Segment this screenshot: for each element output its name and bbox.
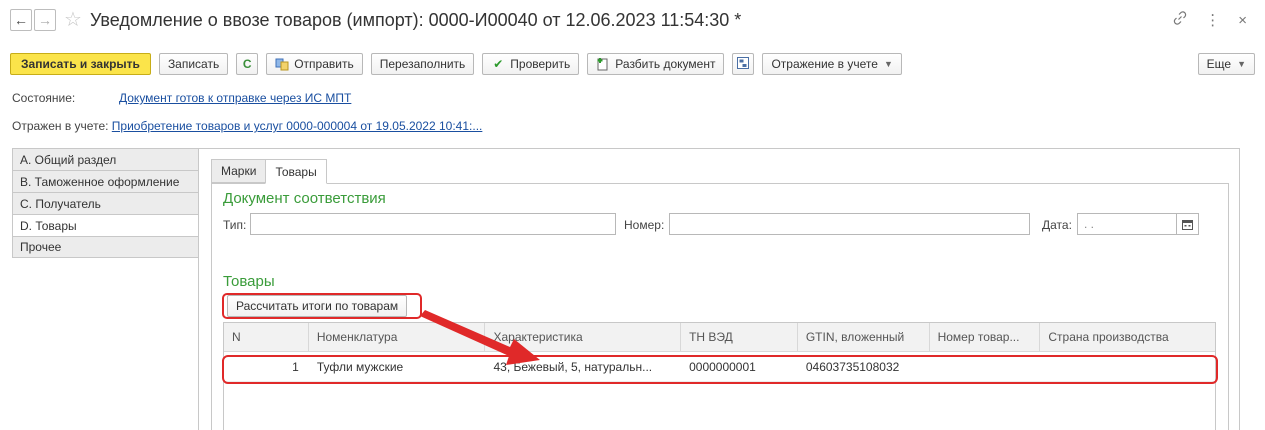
more-dropdown[interactable]: Еще ▼ — [1197, 53, 1255, 75]
chevron-down-icon: ▼ — [883, 59, 893, 69]
chevron-down-icon: ▼ — [1237, 59, 1246, 69]
split-document-label: Разбить документ — [615, 57, 716, 71]
toolbar: Записать и закрыть Записать C Отправить … — [10, 52, 1255, 76]
arrow-left-icon: ← — [14, 12, 28, 28]
more-menu-icon[interactable]: ⋮ — [1205, 11, 1220, 29]
number-label: Номер: — [624, 218, 665, 232]
sidenav-item-customs[interactable]: B. Таможенное оформление — [12, 170, 199, 192]
send-button[interactable]: Отправить — [266, 53, 363, 75]
state-label: Состояние: — [12, 91, 76, 105]
reflection-label: Отражение в учете — [771, 57, 878, 71]
state-link[interactable]: Документ готов к отправке через ИС МПТ — [119, 91, 351, 105]
type-field[interactable] — [250, 213, 616, 235]
accounting-label: Отражен в учете: — [12, 119, 109, 133]
reflection-dropdown[interactable]: Отражение в учете ▼ — [762, 53, 902, 75]
calendar-icon — [1182, 219, 1193, 230]
title-bar: ← → ☆ Уведомление о ввозе товаров (импор… — [10, 6, 1255, 34]
table-header: N Номенклатура Характеристика ТН ВЭД GTI… — [224, 323, 1215, 352]
calendar-button[interactable] — [1177, 213, 1199, 235]
accounting-link[interactable]: Приобретение товаров и услуг 0000-000004… — [112, 119, 483, 133]
window-title: Уведомление о ввозе товаров (импорт): 00… — [89, 9, 742, 30]
more-label: Еще — [1206, 57, 1232, 71]
accounting-line: Отражен в учете: Приобретение товаров и … — [12, 119, 482, 133]
sidenav-item-general[interactable]: A. Общий раздел — [12, 148, 199, 170]
favorite-star-icon[interactable]: ☆ — [64, 10, 82, 30]
structure-icon — [736, 56, 750, 73]
back-button[interactable]: ← — [10, 9, 32, 31]
column-header-tn-ved[interactable]: ТН ВЭД — [681, 323, 798, 351]
date-label: Дата: — [1042, 218, 1072, 232]
structure-button[interactable] — [732, 53, 755, 75]
calc-button-highlight — [222, 293, 422, 319]
split-document-button[interactable]: Разбить документ — [587, 53, 725, 75]
save-and-close-button[interactable]: Записать и закрыть — [10, 53, 151, 75]
sidenav-item-recipient[interactable]: C. Получатель — [12, 192, 199, 214]
checkmark-icon: ✔ — [493, 57, 504, 71]
link-icon[interactable] — [1173, 11, 1187, 29]
state-line: Состояние: Документ готов к отправке чере… — [12, 91, 351, 105]
arrow-right-icon: → — [38, 12, 52, 28]
tab-goods[interactable]: Товары — [265, 159, 327, 184]
column-header-country[interactable]: Страна производства — [1040, 323, 1215, 351]
send-icon — [275, 57, 289, 71]
check-label: Проверить — [510, 57, 571, 71]
refresh-icon: C — [242, 57, 252, 71]
section-nav: A. Общий раздел B. Таможенное оформление… — [12, 148, 199, 258]
sidenav-item-other[interactable]: Прочее — [12, 236, 199, 258]
date-field[interactable]: . . — [1077, 213, 1177, 235]
split-document-icon — [596, 57, 610, 71]
tab-strip: Марки Товары — [211, 159, 327, 184]
column-header-nomenclature[interactable]: Номенклатура — [309, 323, 486, 351]
column-header-gtin[interactable]: GTIN, вложенный — [798, 323, 930, 351]
type-label: Тип: — [223, 218, 247, 232]
save-button[interactable]: Записать — [158, 53, 229, 75]
send-label: Отправить — [294, 57, 354, 71]
forward-button[interactable]: → — [34, 9, 56, 31]
column-header-characteristic[interactable]: Характеристика — [485, 323, 682, 351]
check-button[interactable]: ✔ Проверить — [482, 53, 580, 75]
number-field[interactable] — [669, 213, 1030, 235]
row-highlight — [222, 355, 1218, 384]
refresh-button[interactable]: C — [236, 53, 259, 75]
refill-button[interactable]: Перезаполнить — [370, 53, 475, 75]
goods-group-title: Товары — [223, 273, 275, 290]
close-icon[interactable]: × — [1238, 12, 1247, 29]
sidenav-item-goods[interactable]: D. Товары — [12, 214, 199, 236]
tab-marks[interactable]: Марки — [211, 159, 267, 183]
column-header-item-number[interactable]: Номер товар... — [930, 323, 1041, 351]
column-header-n[interactable]: N — [224, 323, 309, 351]
compliance-group-title: Документ соответствия — [223, 190, 386, 207]
